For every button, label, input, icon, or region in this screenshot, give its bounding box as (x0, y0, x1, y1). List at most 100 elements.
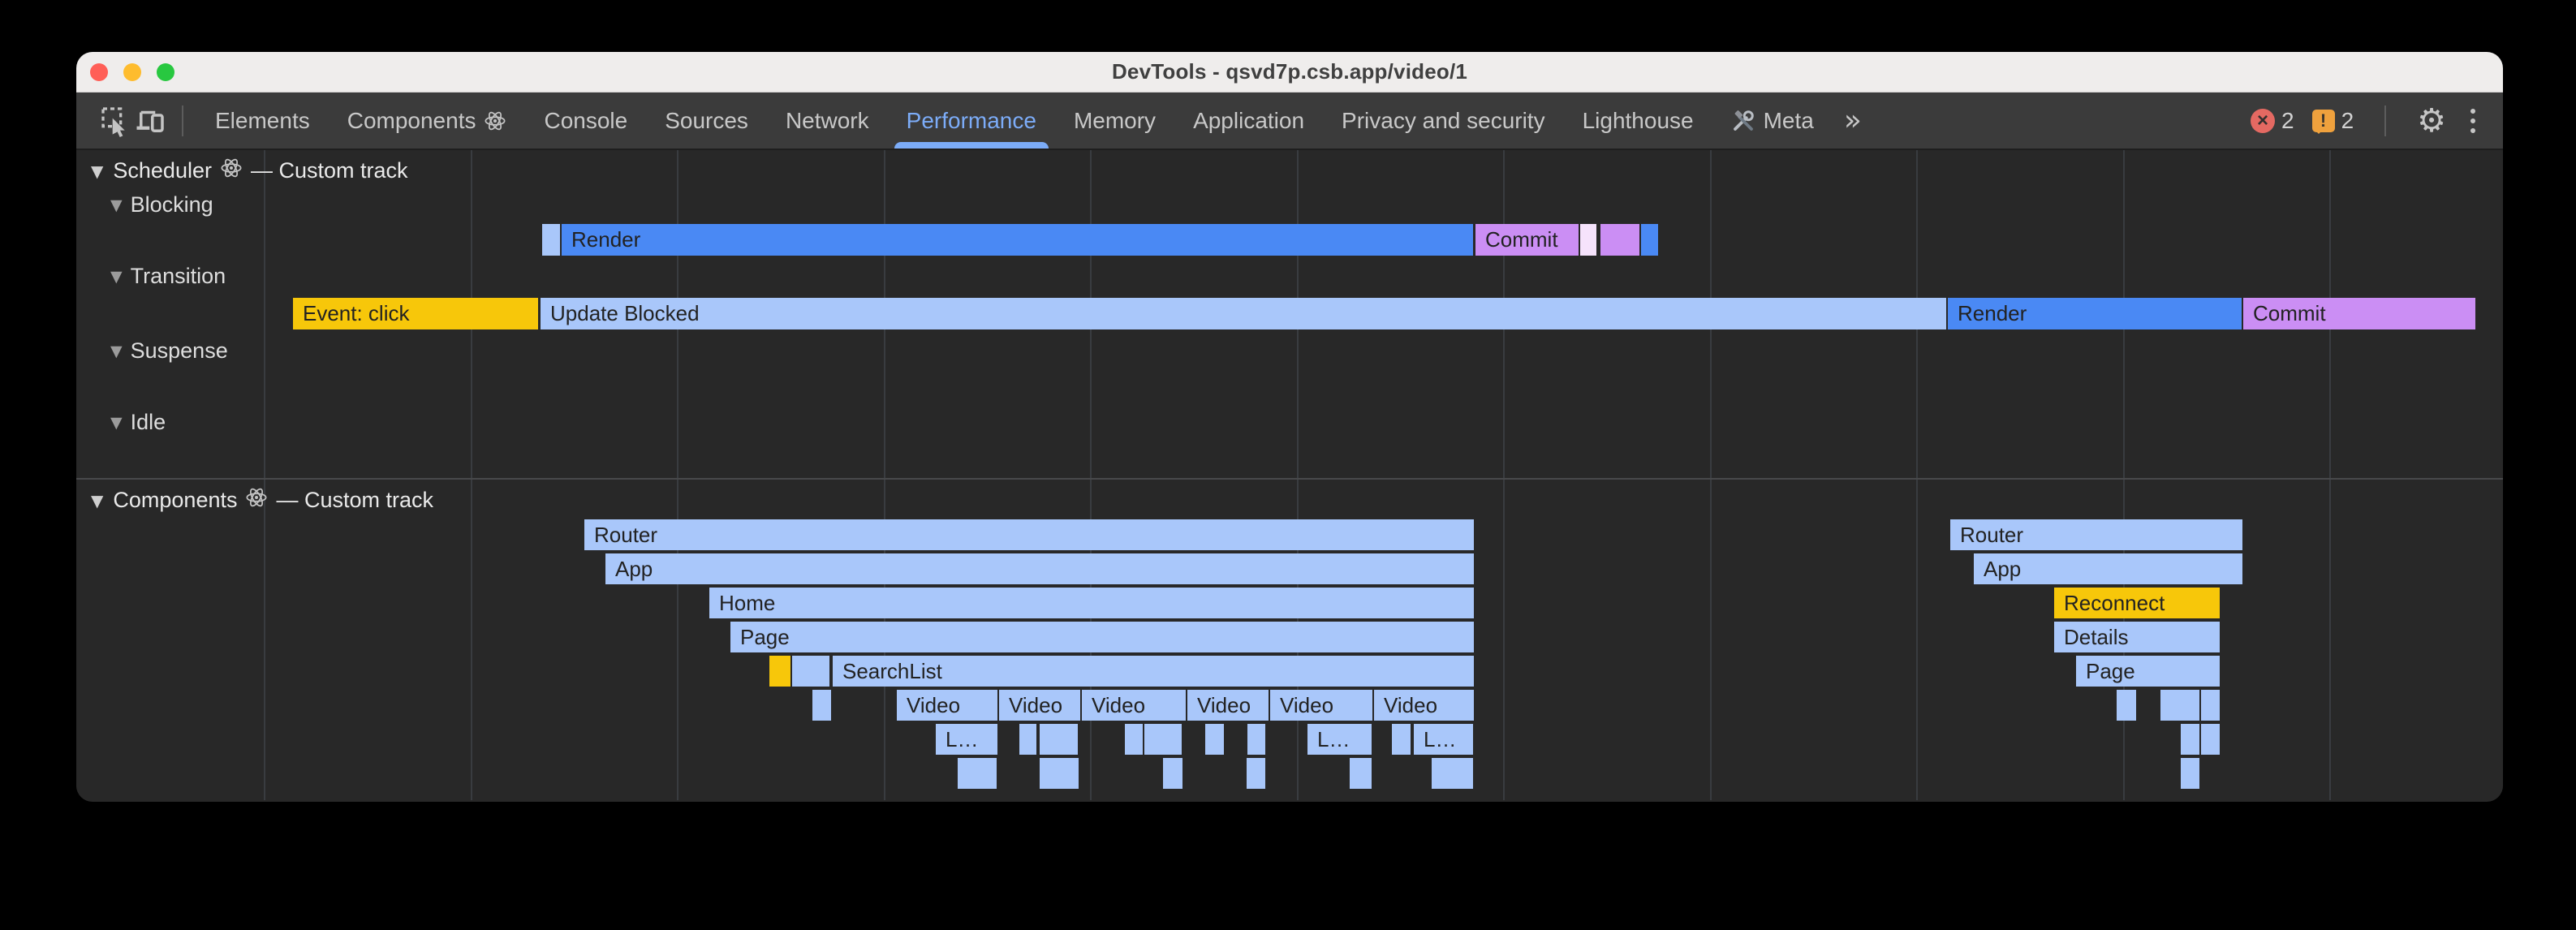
tab-performance[interactable]: Performance (888, 93, 1055, 149)
flame-bar-video[interactable]: Video (1270, 690, 1372, 721)
tab-lighthouse[interactable]: Lighthouse (1564, 93, 1712, 149)
flame-bar[interactable] (1392, 724, 1411, 755)
warning-count: 2 (2341, 108, 2354, 134)
flame-bar[interactable] (2181, 758, 2199, 789)
tab-label: Sources (665, 108, 748, 134)
flame-bar-commit[interactable]: Commit (2243, 298, 2475, 329)
flame-bar[interactable] (812, 690, 831, 721)
flame-bar[interactable] (1432, 758, 1473, 789)
lane-label-blocking[interactable]: ▼Blocking (110, 192, 213, 217)
flame-bar-page[interactable]: Page (2076, 656, 2220, 687)
close-window-button[interactable] (90, 63, 108, 81)
flame-bar[interactable] (1641, 224, 1658, 256)
flame-bar-event-click[interactable]: Event: click (293, 298, 538, 329)
flame-bar-page[interactable]: Page (730, 622, 1474, 652)
flame-bar-searchlist[interactable]: SearchList (833, 656, 1474, 687)
flame-bar[interactable] (958, 758, 997, 789)
tab-console[interactable]: Console (525, 93, 646, 149)
flame-bar-l-[interactable]: L… (936, 724, 997, 755)
flame-bar[interactable] (1040, 758, 1079, 789)
panel-tabs: ElementsComponents Console Sources Network… (196, 93, 1833, 149)
flame-bar-reconnect[interactable]: Reconnect (2054, 588, 2220, 618)
track-header-scheduler[interactable]: ▼ Scheduler — Custom track (91, 157, 408, 185)
track-header-components[interactable]: ▼ Components — Custom track (91, 486, 433, 515)
flame-bar-video[interactable]: Video (999, 690, 1080, 721)
atom-icon (220, 157, 243, 179)
tools-icon (1731, 109, 1755, 133)
flame-bar[interactable] (1040, 724, 1078, 755)
flame-bar-router[interactable]: Router (584, 519, 1474, 550)
tab-memory[interactable]: Memory (1055, 93, 1174, 149)
flame-bar-app[interactable]: App (1974, 553, 2242, 584)
flame-bar-video[interactable]: Video (1187, 690, 1269, 721)
flame-bar[interactable] (1350, 758, 1372, 789)
toolbar-right-cluster: × 2 ! 2 ⚙ (2251, 105, 2482, 137)
collapse-triangle-icon[interactable]: ▼ (91, 161, 103, 181)
warning-badge[interactable]: ! 2 (2312, 108, 2354, 134)
warning-icon: ! (2312, 110, 2335, 132)
lane-label-suspense[interactable]: ▼ Suspense (110, 338, 228, 364)
flame-bar[interactable] (2160, 690, 2199, 721)
flame-bar[interactable] (1125, 724, 1143, 755)
flame-bar-video[interactable]: Video (1374, 690, 1474, 721)
flame-bar[interactable] (1144, 724, 1182, 755)
flame-bar-l-[interactable]: L… (1414, 724, 1473, 755)
flame-bar[interactable] (769, 656, 790, 687)
flame-bar-video[interactable]: Video (1082, 690, 1186, 721)
error-count: 2 (2281, 108, 2294, 134)
minimize-window-button[interactable] (123, 63, 141, 81)
flame-bar[interactable] (2117, 690, 2136, 721)
more-tabs-button[interactable]: » (1833, 104, 1873, 137)
flame-bar[interactable] (1600, 224, 1639, 256)
zoom-window-button[interactable] (157, 63, 174, 81)
tab-meta[interactable]: Meta (1712, 93, 1833, 149)
flame-bar[interactable] (1247, 758, 1265, 789)
flame-bar[interactable] (1247, 724, 1265, 755)
tab-label: Meta (1764, 108, 1814, 134)
collapse-triangle-icon[interactable]: ▼ (110, 414, 123, 432)
settings-gear-icon[interactable]: ⚙ (2417, 105, 2446, 137)
collapse-triangle-icon[interactable]: ▼ (110, 268, 123, 286)
collapse-triangle-icon[interactable]: ▼ (91, 491, 103, 510)
toolbar-separator (2384, 105, 2386, 136)
tab-sources[interactable]: Sources (646, 93, 767, 149)
device-toolbar-button[interactable] (133, 100, 169, 142)
gridline (471, 150, 472, 800)
flame-bar-commit[interactable]: Commit (1475, 224, 1579, 256)
lane-label-idle[interactable]: ▼Idle (110, 410, 166, 435)
flame-bar-update-blocked[interactable]: Update Blocked (541, 298, 1946, 329)
inspect-element-button[interactable] (97, 100, 133, 142)
flame-bar-app[interactable]: App (605, 553, 1474, 584)
flame-bar[interactable] (1163, 758, 1182, 789)
flame-bar[interactable] (542, 224, 560, 256)
error-badge[interactable]: × 2 (2251, 108, 2294, 134)
tab-components[interactable]: Components (329, 93, 526, 149)
gridline (2329, 150, 2331, 800)
lane-label-transition[interactable]: ▼Transition (110, 264, 226, 289)
collapse-triangle-icon[interactable]: ▼ (110, 196, 123, 214)
track-name: Scheduler (113, 158, 212, 183)
collapse-triangle-icon[interactable]: ▼ (110, 342, 123, 360)
flame-bar[interactable] (2181, 724, 2199, 755)
flame-bar[interactable] (2201, 724, 2220, 755)
flame-bar-details[interactable]: Details (2054, 622, 2220, 652)
error-icon: × (2251, 109, 2275, 133)
flame-bar[interactable] (792, 656, 829, 687)
tab-application[interactable]: Application (1174, 93, 1323, 149)
flame-bar-l-[interactable]: L… (1307, 724, 1372, 755)
flame-bar[interactable] (1580, 224, 1596, 256)
flame-bar-video[interactable]: Video (897, 690, 997, 721)
flame-bar-render[interactable]: Render (562, 224, 1473, 256)
more-options-menu[interactable] (2464, 109, 2482, 133)
track-divider (76, 478, 2503, 480)
flame-bar[interactable] (1205, 724, 1224, 755)
flame-bar[interactable] (1019, 724, 1036, 755)
flame-bar[interactable] (2201, 690, 2220, 721)
tab-privacy-and-security[interactable]: Privacy and security (1323, 93, 1564, 149)
flame-bar-render[interactable]: Render (1948, 298, 2242, 329)
flame-bar-home[interactable]: Home (709, 588, 1474, 618)
flame-bar-router[interactable]: Router (1950, 519, 2242, 550)
lane-name: Suspense (131, 338, 228, 364)
tab-network[interactable]: Network (767, 93, 888, 149)
tab-elements[interactable]: Elements (196, 93, 329, 149)
